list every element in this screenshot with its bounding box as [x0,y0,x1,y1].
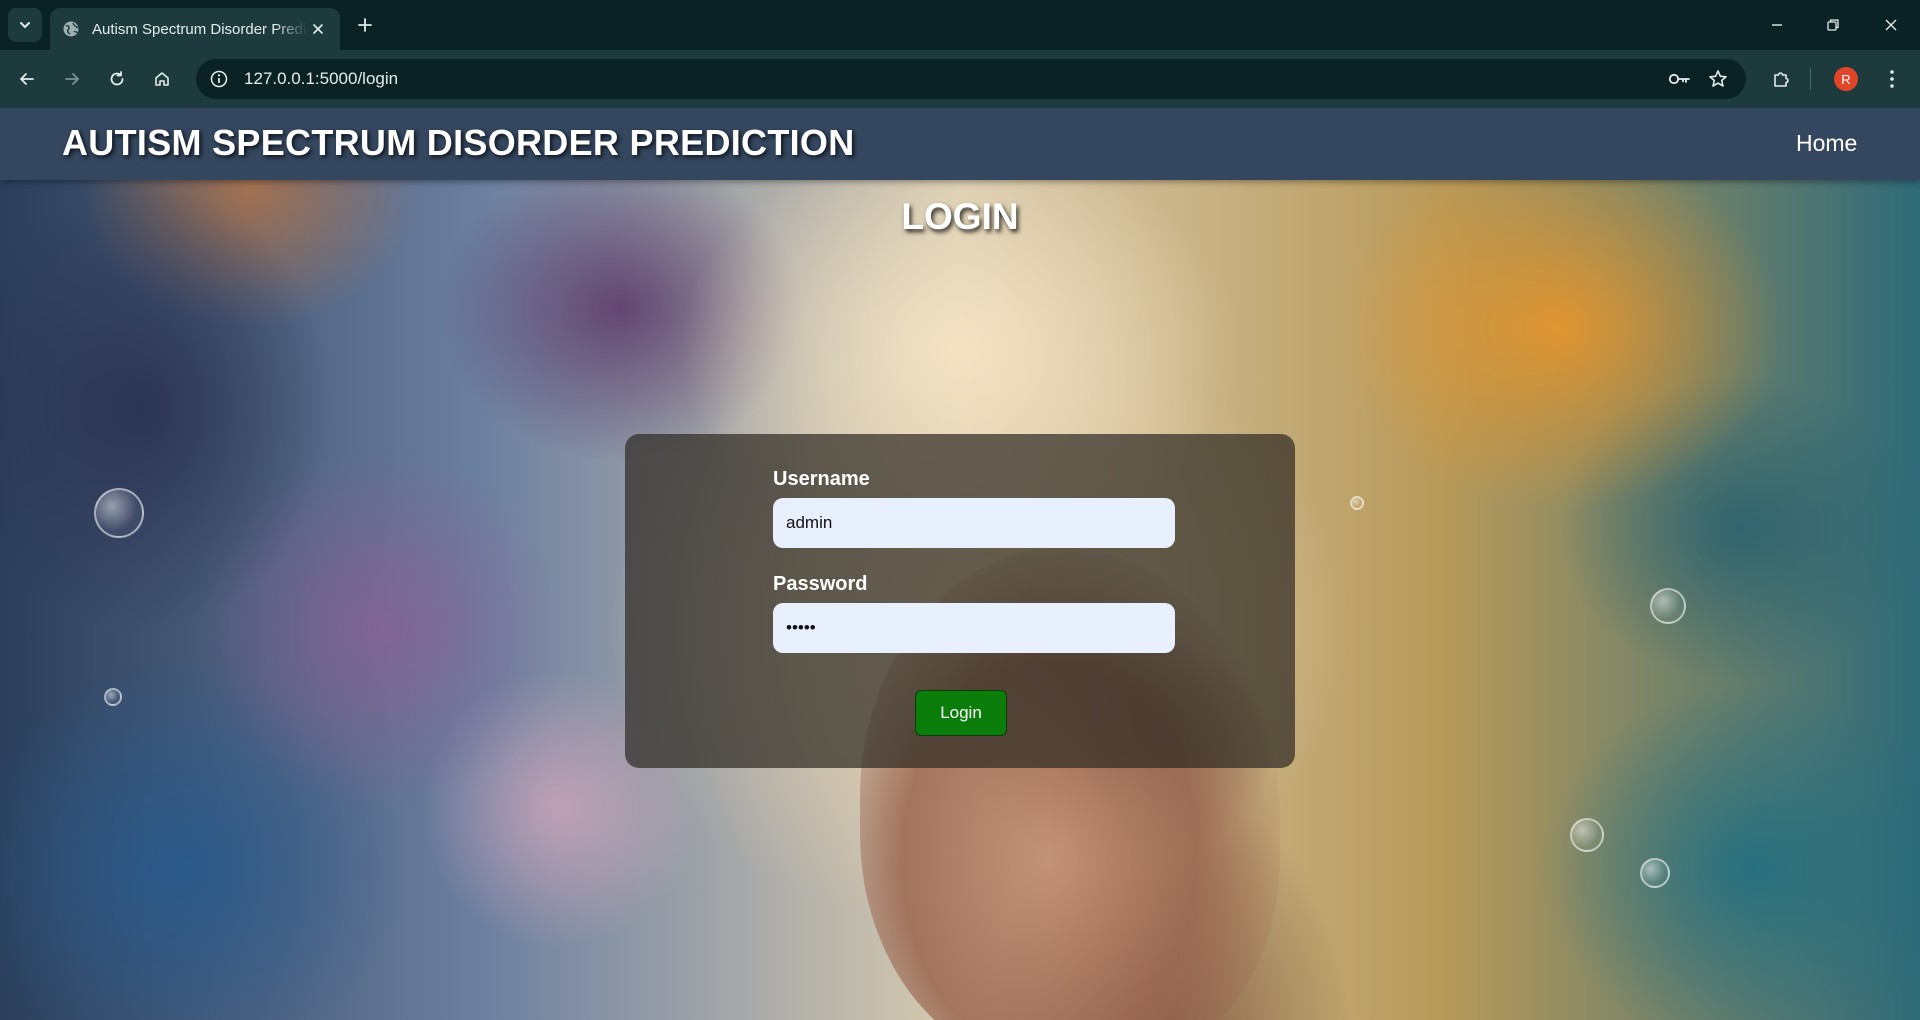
tab-title: Autism Spectrum Disorder Prediction [92,20,307,38]
password-label: Password [773,573,868,595]
close-icon [1885,19,1897,31]
minimize-button[interactable] [1762,10,1792,40]
plus-icon [358,18,372,32]
browser-toolbar: 127.0.0.1:5000/login R [0,50,1920,108]
browser-menu-button[interactable] [1876,63,1908,95]
site-brand-title: AUTISM SPECTRUM DISORDER PREDICTION [62,122,855,163]
page-title: LOGIN [901,196,1019,237]
home-icon [155,72,169,86]
background-bubble [1350,496,1364,510]
restore-icon [1827,19,1839,31]
key-icon[interactable] [1668,67,1692,91]
browser-tab-strip: Autism Spectrum Disorder Prediction [0,0,1920,50]
star-icon[interactable] [1706,67,1730,91]
password-field[interactable] [773,603,1175,653]
site-navbar: AUTISM SPECTRUM DISORDER PREDICTION Home [0,108,1920,180]
tab-search-button[interactable] [8,8,42,42]
globe-icon [62,20,80,38]
new-tab-button[interactable] [352,12,378,38]
kebab-menu-icon [1890,70,1894,88]
puzzle-icon [1774,72,1789,87]
background-bubble [1640,858,1670,888]
background-bubble [104,688,122,706]
arrow-left-icon [20,73,34,85]
address-bar[interactable]: 127.0.0.1:5000/login [196,59,1746,99]
forward-button[interactable] [56,63,88,95]
restore-button[interactable] [1818,10,1848,40]
arrow-right-icon [65,73,79,85]
profile-avatar[interactable]: R [1834,67,1858,91]
browser-tab-active[interactable]: Autism Spectrum Disorder Prediction [50,8,340,50]
background-bubble [1650,588,1686,624]
minimize-icon [1772,24,1782,26]
username-label: Username [773,468,870,490]
close-icon[interactable] [308,19,328,39]
login-button[interactable]: Login [915,690,1007,736]
background-bubble [1570,818,1604,852]
extensions-button[interactable] [1765,63,1797,95]
chevron-down-icon [20,22,30,29]
background-bubble [94,488,144,538]
page-viewport: AUTISM SPECTRUM DISORDER PREDICTION Home… [0,108,1920,1020]
window-close-button[interactable] [1876,10,1906,40]
info-icon[interactable] [206,66,232,92]
url-text[interactable]: 127.0.0.1:5000/login [244,69,398,89]
login-form: Username Password Login [625,434,1295,768]
home-button[interactable] [146,63,178,95]
reload-button[interactable] [101,63,133,95]
toolbar-divider [1810,68,1811,90]
reload-icon [110,71,124,86]
username-field[interactable] [773,498,1175,548]
back-button[interactable] [11,63,43,95]
nav-home-link[interactable]: Home [1796,130,1857,157]
